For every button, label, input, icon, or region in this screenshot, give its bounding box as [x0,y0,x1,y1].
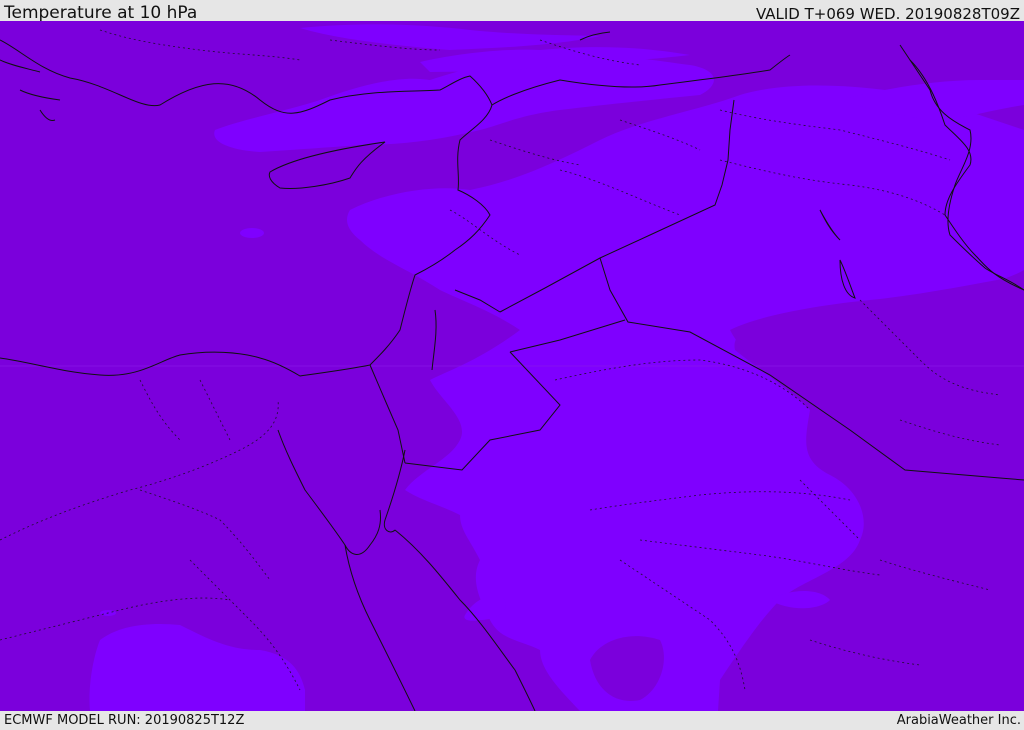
model-run-label: ECMWF MODEL RUN: 20190825T12Z [4,713,245,728]
sea-pocket [240,228,264,238]
map-title: Temperature at 10 hPa [4,3,198,23]
credit-label: ArabiaWeather Inc. [896,713,1021,728]
footer-bar: ECMWF MODEL RUN: 20190825T12Z ArabiaWeat… [0,711,1024,729]
temperature-map [0,21,1024,711]
header-bar: Temperature at 10 hPa VALID T+069 WED. 2… [0,0,1024,23]
